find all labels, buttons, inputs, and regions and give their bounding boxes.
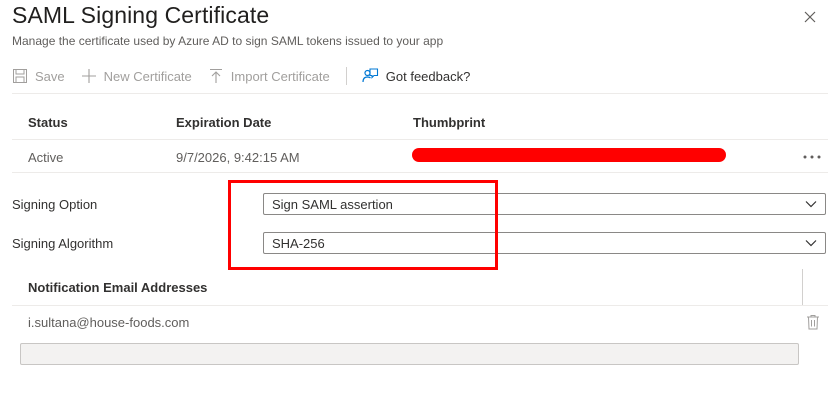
feedback-label: Got feedback? — [385, 68, 471, 84]
toolbar-divider — [12, 93, 828, 94]
add-icon — [81, 69, 96, 83]
certificate-table-header: Status Expiration Date Thumbprint — [12, 105, 828, 140]
notification-email-address: i.sultana@house-foods.com — [28, 315, 190, 330]
certificate-expiration: 9/7/2026, 9:42:15 AM — [176, 150, 300, 165]
new-email-input[interactable] — [20, 343, 799, 365]
page-title: SAML Signing Certificate — [12, 2, 270, 28]
new-certificate-button[interactable]: New Certificate — [81, 68, 192, 84]
chevron-down-icon — [805, 240, 817, 247]
import-certificate-label: Import Certificate — [230, 68, 330, 84]
feedback-button[interactable]: Got feedback? — [361, 67, 471, 85]
new-certificate-label: New Certificate — [103, 68, 192, 84]
column-header-status: Status — [28, 115, 68, 130]
delete-email-button[interactable] — [806, 314, 820, 330]
command-bar: Save New Certificate Import Certificate … — [12, 62, 828, 90]
list-item: i.sultana@house-foods.com — [12, 306, 828, 338]
signing-option-value: Sign SAML assertion — [272, 197, 393, 212]
feedback-icon — [362, 68, 378, 83]
trash-icon — [807, 315, 819, 330]
more-icon — [803, 155, 821, 159]
notification-email-header: Notification Email Addresses — [12, 269, 828, 306]
saml-signing-certificate-panel: SAML Signing Certificate Manage the cert… — [0, 0, 833, 408]
page-subtitle: Manage the certificate used by Azure AD … — [12, 34, 444, 48]
column-resize-handle[interactable] — [802, 269, 803, 305]
signing-algorithm-value: SHA-256 — [272, 236, 325, 251]
save-label: Save — [35, 68, 65, 84]
row-more-button[interactable] — [802, 149, 822, 159]
import-certificate-button[interactable]: Import Certificate — [208, 68, 330, 84]
column-header-thumbprint: Thumbprint — [413, 115, 486, 130]
close-icon — [804, 11, 816, 23]
close-button[interactable] — [801, 8, 819, 26]
signing-option-label: Signing Option — [12, 197, 98, 212]
certificate-status: Active — [28, 150, 64, 165]
signing-algorithm-select[interactable]: SHA-256 — [263, 232, 826, 254]
signing-algorithm-label: Signing Algorithm — [12, 236, 114, 251]
column-header-expiration-date: Expiration Date — [176, 115, 272, 130]
save-icon — [13, 69, 27, 83]
upload-icon — [209, 68, 222, 83]
thumbprint-redaction — [412, 148, 726, 162]
signing-option-select[interactable]: Sign SAML assertion — [263, 193, 826, 215]
chevron-down-icon — [805, 201, 817, 208]
toolbar-separator — [345, 67, 347, 85]
notification-email-header-label: Notification Email Addresses — [28, 280, 208, 295]
save-button[interactable]: Save — [12, 68, 65, 84]
